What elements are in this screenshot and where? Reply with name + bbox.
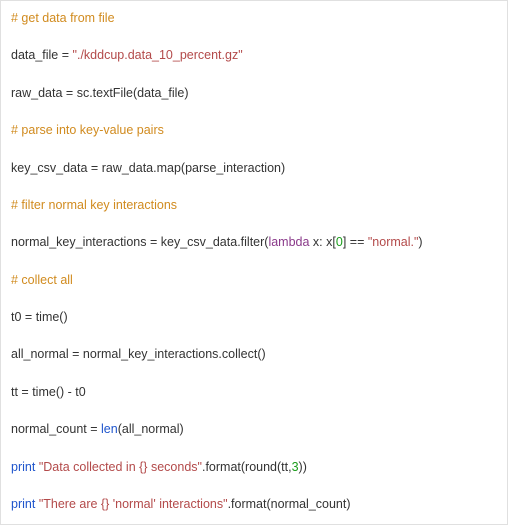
code-token: t0 xyxy=(72,385,86,399)
code-token: key_csv_data xyxy=(11,161,91,175)
code-line: print "There are {} 'normal' interaction… xyxy=(11,495,497,514)
code-line: t0 = time() xyxy=(11,308,497,327)
blank-line xyxy=(11,103,497,121)
code-token: all_normal xyxy=(11,347,72,361)
number-literal: 3 xyxy=(292,460,299,474)
code-token: )) xyxy=(299,460,307,474)
code-token: (all_normal) xyxy=(118,422,184,436)
code-token: t0 xyxy=(11,310,25,324)
blank-line xyxy=(11,178,497,196)
blank-line xyxy=(11,440,497,458)
code-token: ] xyxy=(343,235,350,249)
code-line: # parse into key-value pairs xyxy=(11,121,497,140)
blank-line xyxy=(11,365,497,383)
code-token: normal_key_interactions.collect() xyxy=(79,347,265,361)
operator: = xyxy=(62,48,69,62)
blank-line xyxy=(11,28,497,46)
code-token: raw_data.map(parse_interaction) xyxy=(98,161,285,175)
keyword-print: print xyxy=(11,460,35,474)
code-line: # collect all xyxy=(11,271,497,290)
string-literal: "normal." xyxy=(368,235,419,249)
code-token: key_csv_data.filter( xyxy=(157,235,268,249)
code-token: tt xyxy=(11,385,21,399)
blank-line xyxy=(11,402,497,420)
number-literal: 0 xyxy=(336,235,343,249)
operator: = xyxy=(21,385,28,399)
blank-line xyxy=(11,66,497,84)
blank-line xyxy=(11,141,497,159)
code-token: time() xyxy=(32,310,67,324)
keyword-lambda: lambda xyxy=(268,235,309,249)
comment-text: # collect all xyxy=(11,273,73,287)
operator: = xyxy=(90,422,97,436)
code-line: tt = time() - t0 xyxy=(11,383,497,402)
code-line: key_csv_data = raw_data.map(parse_intera… xyxy=(11,159,497,178)
code-line: normal_key_interactions = key_csv_data.f… xyxy=(11,233,497,252)
blank-line xyxy=(11,477,497,495)
code-token: normal_count xyxy=(11,422,90,436)
code-line: raw_data = sc.textFile(data_file) xyxy=(11,84,497,103)
builtin-len: len xyxy=(101,422,118,436)
code-token: .format(round(tt, xyxy=(202,460,292,474)
blank-line xyxy=(11,290,497,308)
operator: == xyxy=(350,235,365,249)
code-token: data_file xyxy=(11,48,62,62)
blank-line xyxy=(11,253,497,271)
code-token: .format(normal_count) xyxy=(228,497,351,511)
code-line: normal_count = len(all_normal) xyxy=(11,420,497,439)
code-token: x: x[ xyxy=(309,235,335,249)
blank-line xyxy=(11,215,497,233)
code-line: # filter normal key interactions xyxy=(11,196,497,215)
keyword-print: print xyxy=(11,497,35,511)
string-literal: "Data collected in {} seconds" xyxy=(39,460,202,474)
comment-text: # filter normal key interactions xyxy=(11,198,177,212)
string-literal: "./kddcup.data_10_percent.gz" xyxy=(73,48,243,62)
code-line: data_file = "./kddcup.data_10_percent.gz… xyxy=(11,46,497,65)
comment-text: # parse into key-value pairs xyxy=(11,123,164,137)
code-line: all_normal = normal_key_interactions.col… xyxy=(11,345,497,364)
comment-text: # get data from file xyxy=(11,11,115,25)
code-token: time() xyxy=(29,385,68,399)
blank-line xyxy=(11,327,497,345)
code-line: # get data from file xyxy=(11,9,497,28)
code-line: print "Data collected in {} seconds".for… xyxy=(11,458,497,477)
code-token: ) xyxy=(418,235,422,249)
code-token: normal_key_interactions xyxy=(11,235,150,249)
code-token: sc.textFile(data_file) xyxy=(73,86,188,100)
code-token: raw_data xyxy=(11,86,66,100)
code-block: # get data from file data_file = "./kddc… xyxy=(0,0,508,525)
string-literal: "There are {} 'normal' interactions" xyxy=(39,497,228,511)
